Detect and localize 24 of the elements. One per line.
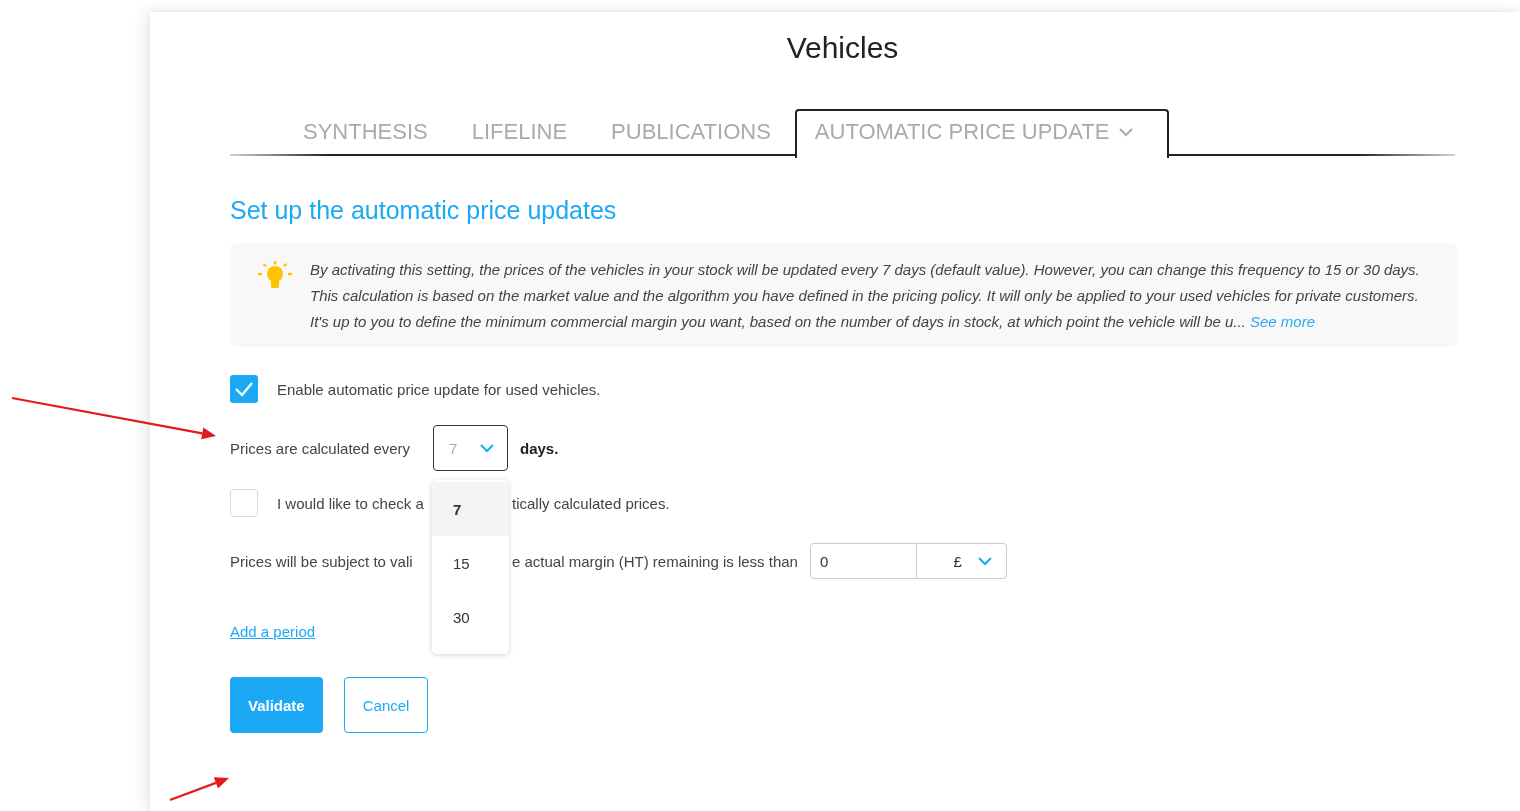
checkbox-label: Enable automatic price update for used vehicles. — [277, 380, 601, 398]
see-more-link[interactable]: See more — [1250, 313, 1316, 330]
currency-select[interactable]: £ — [916, 543, 1007, 579]
tab[interactable]: SYNTHESIS — [283, 109, 448, 156]
dropdown-option[interactable]: 15 — [432, 536, 509, 590]
unit-label: days. — [520, 439, 559, 457]
add-period-link[interactable]: Add a period — [230, 623, 316, 640]
dropdown-option[interactable]: 30 — [432, 590, 509, 644]
validate-button[interactable]: Validate — [230, 677, 323, 733]
margin-input[interactable]: 0 — [809, 543, 917, 579]
cancel-button[interactable]: Cancel — [343, 677, 429, 733]
tab[interactable]: PUBLICATIONS — [591, 109, 791, 156]
tab[interactable]: LIFELINE — [451, 109, 588, 156]
info-text: This calculation is based on the market value and the algorithm you have defined in the pricing policy. It will only be applied to your used vehicles for private customers. It's up to you to define the minimum commercial margin you want, based on the number of days in stock, at which point the vehicle will be u... See more — [310, 286, 1420, 332]
page-title: Vehicles — [785, 30, 900, 66]
field-label: e actual margin (HT) remaining is less than — [512, 552, 798, 570]
section-title: Set up the automatic price updates — [230, 196, 618, 225]
info-text: By activating this setting, the prices of the vehicles in your stock will be updated every 7 days (default value). However, you can change this frequency to 15 or 30 days. — [310, 260, 1420, 280]
checkbox-label: tically calculated prices. — [512, 494, 670, 512]
field-label: Prices will be subject to vali — [230, 552, 414, 570]
field-label: Prices are calculated every — [230, 439, 412, 457]
tab[interactable]: AUTOMATIC PRICE UPDATE — [794, 109, 1170, 158]
dropdown-option[interactable]: 7 — [432, 482, 509, 536]
checkbox-label: I would like to check a — [277, 494, 424, 512]
